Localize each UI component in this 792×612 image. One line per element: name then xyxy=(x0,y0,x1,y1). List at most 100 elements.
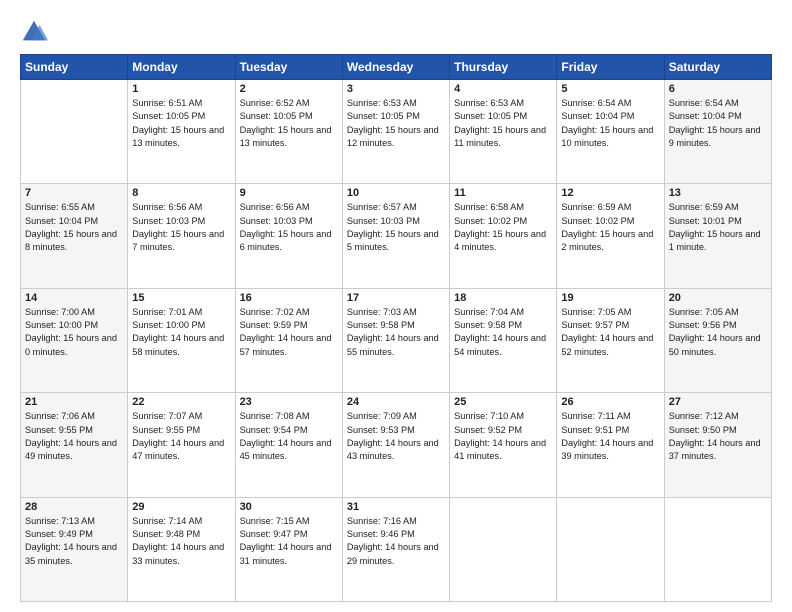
calendar-cell: 23 Sunrise: 7:08 AM Sunset: 9:54 PM Dayli… xyxy=(235,393,342,497)
cell-info: Sunrise: 7:13 AM Sunset: 9:49 PM Dayligh… xyxy=(25,515,123,568)
cell-info: Sunrise: 7:04 AM Sunset: 9:58 PM Dayligh… xyxy=(454,306,552,359)
calendar-cell: 15 Sunrise: 7:01 AM Sunset: 10:00 PM Dayl… xyxy=(128,288,235,392)
calendar-cell: 20 Sunrise: 7:05 AM Sunset: 9:56 PM Dayli… xyxy=(664,288,771,392)
page: SundayMondayTuesdayWednesdayThursdayFrid… xyxy=(0,0,792,612)
calendar-cell xyxy=(21,80,128,184)
cell-info: Sunrise: 6:59 AM Sunset: 10:02 PM Daylig… xyxy=(561,201,659,254)
calendar-cell: 1 Sunrise: 6:51 AM Sunset: 10:05 PM Dayli… xyxy=(128,80,235,184)
cell-info: Sunrise: 6:56 AM Sunset: 10:03 PM Daylig… xyxy=(132,201,230,254)
day-number: 26 xyxy=(561,396,659,408)
cell-info: Sunrise: 7:00 AM Sunset: 10:00 PM Daylig… xyxy=(25,306,123,359)
weekday-sunday: Sunday xyxy=(21,55,128,80)
day-number: 23 xyxy=(240,396,338,408)
calendar-cell: 7Sunrise: 6:55 AM Sunset: 10:04 PM Dayli… xyxy=(21,184,128,288)
calendar-cell: 3 Sunrise: 6:53 AM Sunset: 10:05 PM Dayli… xyxy=(342,80,449,184)
calendar-body: 1 Sunrise: 6:51 AM Sunset: 10:05 PM Dayli… xyxy=(21,80,772,602)
day-number: 28 xyxy=(25,501,123,513)
day-number: 11 xyxy=(454,187,552,199)
cell-info: Sunrise: 7:15 AM Sunset: 9:47 PM Dayligh… xyxy=(240,515,338,568)
calendar-week-row: 1 Sunrise: 6:51 AM Sunset: 10:05 PM Dayli… xyxy=(21,80,772,184)
cell-info: Sunrise: 7:02 AM Sunset: 9:59 PM Dayligh… xyxy=(240,306,338,359)
calendar-cell: 11 Sunrise: 6:58 AM Sunset: 10:02 PM Dayl… xyxy=(450,184,557,288)
day-number: 5 xyxy=(561,83,659,95)
day-number: 30 xyxy=(240,501,338,513)
cell-info: Sunrise: 7:01 AM Sunset: 10:00 PM Daylig… xyxy=(132,306,230,359)
calendar-table: SundayMondayTuesdayWednesdayThursdayFrid… xyxy=(20,54,772,602)
weekday-friday: Friday xyxy=(557,55,664,80)
calendar-cell: 4Sunrise: 6:53 AM Sunset: 10:05 PM Dayli… xyxy=(450,80,557,184)
calendar-cell: 21 Sunrise: 7:06 AM Sunset: 9:55 PM Dayli… xyxy=(21,393,128,497)
logo xyxy=(20,18,52,46)
cell-info: Sunrise: 7:08 AM Sunset: 9:54 PM Dayligh… xyxy=(240,410,338,463)
calendar-cell: 30 Sunrise: 7:15 AM Sunset: 9:47 PM Dayli… xyxy=(235,497,342,601)
calendar-cell: 10 Sunrise: 6:57 AM Sunset: 10:03 PM Dayl… xyxy=(342,184,449,288)
header xyxy=(20,18,772,46)
calendar-cell: 22 Sunrise: 7:07 AM Sunset: 9:55 PM Dayli… xyxy=(128,393,235,497)
calendar-cell: 9 Sunrise: 6:56 AM Sunset: 10:03 PM Dayli… xyxy=(235,184,342,288)
weekday-thursday: Thursday xyxy=(450,55,557,80)
cell-info: Sunrise: 6:53 AM Sunset: 10:05 PM Daylig… xyxy=(347,97,445,150)
cell-info: Sunrise: 6:56 AM Sunset: 10:03 PM Daylig… xyxy=(240,201,338,254)
weekday-header-row: SundayMondayTuesdayWednesdayThursdayFrid… xyxy=(21,55,772,80)
calendar-week-row: 28 Sunrise: 7:13 AM Sunset: 9:49 PM Dayli… xyxy=(21,497,772,601)
calendar-cell: 13Sunrise: 6:59 AM Sunset: 10:01 PM Dayl… xyxy=(664,184,771,288)
day-number: 24 xyxy=(347,396,445,408)
day-number: 27 xyxy=(669,396,767,408)
day-number: 3 xyxy=(347,83,445,95)
calendar-cell: 27Sunrise: 7:12 AM Sunset: 9:50 PM Dayli… xyxy=(664,393,771,497)
calendar-cell: 25Sunrise: 7:10 AM Sunset: 9:52 PM Dayli… xyxy=(450,393,557,497)
cell-info: Sunrise: 6:51 AM Sunset: 10:05 PM Daylig… xyxy=(132,97,230,150)
calendar-week-row: 21 Sunrise: 7:06 AM Sunset: 9:55 PM Dayli… xyxy=(21,393,772,497)
day-number: 29 xyxy=(132,501,230,513)
day-number: 4 xyxy=(454,83,552,95)
calendar-cell: 14 Sunrise: 7:00 AM Sunset: 10:00 PM Dayl… xyxy=(21,288,128,392)
cell-info: Sunrise: 7:07 AM Sunset: 9:55 PM Dayligh… xyxy=(132,410,230,463)
day-number: 8 xyxy=(132,187,230,199)
cell-info: Sunrise: 7:14 AM Sunset: 9:48 PM Dayligh… xyxy=(132,515,230,568)
calendar-cell: 18 Sunrise: 7:04 AM Sunset: 9:58 PM Dayli… xyxy=(450,288,557,392)
calendar-cell: 26 Sunrise: 7:11 AM Sunset: 9:51 PM Dayli… xyxy=(557,393,664,497)
day-number: 15 xyxy=(132,292,230,304)
calendar-cell xyxy=(664,497,771,601)
calendar-cell xyxy=(450,497,557,601)
day-number: 20 xyxy=(669,292,767,304)
calendar-cell: 28 Sunrise: 7:13 AM Sunset: 9:49 PM Dayli… xyxy=(21,497,128,601)
cell-info: Sunrise: 7:05 AM Sunset: 9:56 PM Dayligh… xyxy=(669,306,767,359)
day-number: 21 xyxy=(25,396,123,408)
day-number: 19 xyxy=(561,292,659,304)
day-number: 18 xyxy=(454,292,552,304)
calendar-cell: 5Sunrise: 6:54 AM Sunset: 10:04 PM Dayli… xyxy=(557,80,664,184)
cell-info: Sunrise: 6:57 AM Sunset: 10:03 PM Daylig… xyxy=(347,201,445,254)
cell-info: Sunrise: 7:05 AM Sunset: 9:57 PM Dayligh… xyxy=(561,306,659,359)
cell-info: Sunrise: 6:58 AM Sunset: 10:02 PM Daylig… xyxy=(454,201,552,254)
cell-info: Sunrise: 6:59 AM Sunset: 10:01 PM Daylig… xyxy=(669,201,767,254)
calendar-cell: 31Sunrise: 7:16 AM Sunset: 9:46 PM Dayli… xyxy=(342,497,449,601)
weekday-wednesday: Wednesday xyxy=(342,55,449,80)
calendar-cell: 8 Sunrise: 6:56 AM Sunset: 10:03 PM Dayli… xyxy=(128,184,235,288)
cell-info: Sunrise: 7:09 AM Sunset: 9:53 PM Dayligh… xyxy=(347,410,445,463)
cell-info: Sunrise: 7:06 AM Sunset: 9:55 PM Dayligh… xyxy=(25,410,123,463)
calendar-cell: 24 Sunrise: 7:09 AM Sunset: 9:53 PM Dayli… xyxy=(342,393,449,497)
calendar-cell: 17 Sunrise: 7:03 AM Sunset: 9:58 PM Dayli… xyxy=(342,288,449,392)
day-number: 10 xyxy=(347,187,445,199)
logo-icon xyxy=(20,18,48,46)
day-number: 1 xyxy=(132,83,230,95)
calendar-week-row: 14 Sunrise: 7:00 AM Sunset: 10:00 PM Dayl… xyxy=(21,288,772,392)
cell-info: Sunrise: 7:11 AM Sunset: 9:51 PM Dayligh… xyxy=(561,410,659,463)
calendar-week-row: 7Sunrise: 6:55 AM Sunset: 10:04 PM Dayli… xyxy=(21,184,772,288)
calendar-cell: 19 Sunrise: 7:05 AM Sunset: 9:57 PM Dayli… xyxy=(557,288,664,392)
day-number: 9 xyxy=(240,187,338,199)
day-number: 17 xyxy=(347,292,445,304)
calendar-cell: 29 Sunrise: 7:14 AM Sunset: 9:48 PM Dayli… xyxy=(128,497,235,601)
calendar-cell: 6Sunrise: 6:54 AM Sunset: 10:04 PM Dayli… xyxy=(664,80,771,184)
cell-info: Sunrise: 7:10 AM Sunset: 9:52 PM Dayligh… xyxy=(454,410,552,463)
day-number: 2 xyxy=(240,83,338,95)
calendar-cell xyxy=(557,497,664,601)
day-number: 22 xyxy=(132,396,230,408)
day-number: 14 xyxy=(25,292,123,304)
cell-info: Sunrise: 7:16 AM Sunset: 9:46 PM Dayligh… xyxy=(347,515,445,568)
calendar-cell: 16Sunrise: 7:02 AM Sunset: 9:59 PM Dayli… xyxy=(235,288,342,392)
day-number: 12 xyxy=(561,187,659,199)
weekday-monday: Monday xyxy=(128,55,235,80)
cell-info: Sunrise: 7:03 AM Sunset: 9:58 PM Dayligh… xyxy=(347,306,445,359)
